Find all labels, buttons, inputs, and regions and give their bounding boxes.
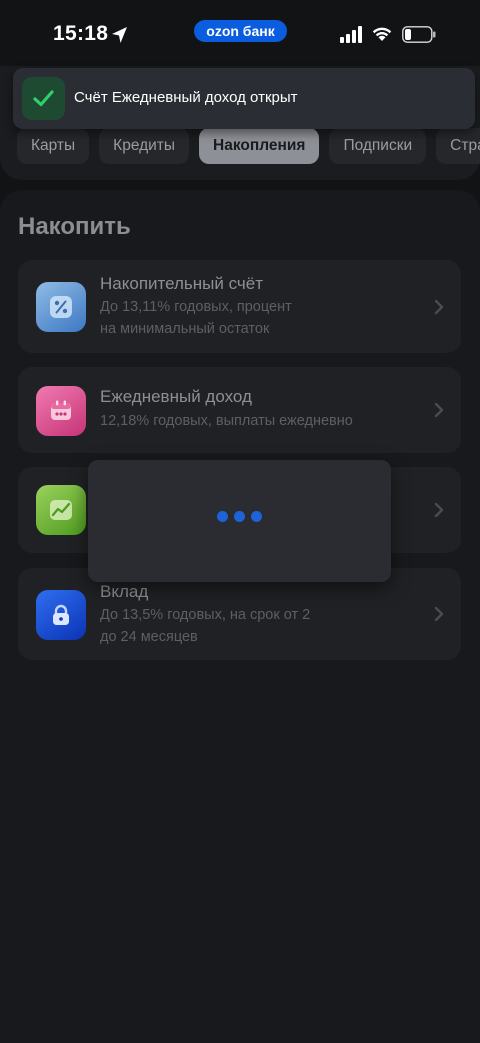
toast-message: Счёт Ежедневный доход открыт bbox=[74, 89, 298, 106]
tab-credits[interactable]: Кредиты bbox=[99, 128, 190, 164]
status-bar: 15:18 ozon банк bbox=[0, 0, 480, 66]
loading-dot-icon bbox=[251, 511, 262, 522]
list-item-daily-income[interactable]: Ежедневный доход 12,18% годовых, выплаты… bbox=[18, 367, 461, 453]
chart-growth-icon bbox=[36, 485, 86, 535]
chevron-right-icon bbox=[434, 502, 444, 518]
item-description-line2: на минимальный остаток bbox=[100, 321, 270, 337]
growth-graph-glyph-icon bbox=[50, 500, 72, 520]
section-title: Накопить bbox=[18, 213, 131, 240]
item-description-line1: До 13,5% годовых, на срок от 2 bbox=[100, 607, 311, 623]
product-tabs: Карты Кредиты Накопления Подписки Стра bbox=[17, 128, 480, 164]
tab-insurance[interactable]: Стра bbox=[436, 128, 480, 164]
item-title: Ежедневный доход bbox=[100, 387, 252, 406]
item-description-line1: 12,18% годовых, выплаты ежедневно bbox=[100, 413, 353, 429]
location-arrow-icon bbox=[112, 27, 127, 43]
item-description-line2: до 24 месяцев bbox=[100, 629, 198, 645]
status-time: 15:18 bbox=[53, 22, 109, 45]
item-title: Накопительный счёт bbox=[100, 274, 264, 293]
lock-icon bbox=[36, 590, 86, 640]
lock-glyph-icon bbox=[53, 604, 69, 625]
percent-glyph-icon bbox=[50, 296, 72, 318]
toast-check-badge bbox=[22, 77, 65, 120]
calendar-glyph-icon bbox=[51, 400, 71, 420]
app-pill[interactable]: ozon банк bbox=[194, 20, 287, 42]
loading-overlay bbox=[88, 460, 391, 582]
chevron-right-icon bbox=[434, 299, 444, 315]
chevron-right-icon bbox=[434, 402, 444, 418]
wifi-icon bbox=[372, 27, 392, 41]
cellular-signal-icon bbox=[340, 26, 362, 43]
tab-cards[interactable]: Карты bbox=[17, 128, 90, 164]
list-item-savings-account[interactable]: Накопительный счёт До 13,11% годовых, пр… bbox=[18, 260, 461, 353]
item-description-line1: До 13,11% годовых, процент bbox=[100, 299, 292, 315]
loading-dot-icon bbox=[234, 511, 245, 522]
calendar-icon bbox=[36, 386, 86, 436]
battery-icon bbox=[402, 26, 436, 43]
item-title: Вклад bbox=[100, 582, 149, 601]
chevron-right-icon bbox=[434, 606, 444, 622]
tab-savings[interactable]: Накопления bbox=[199, 128, 320, 164]
checkmark-icon bbox=[33, 90, 54, 107]
tab-subscriptions[interactable]: Подписки bbox=[329, 128, 427, 164]
percent-icon bbox=[36, 282, 86, 332]
success-toast[interactable]: Счёт Ежедневный доход открыт bbox=[13, 68, 475, 129]
loading-dot-icon bbox=[217, 511, 228, 522]
